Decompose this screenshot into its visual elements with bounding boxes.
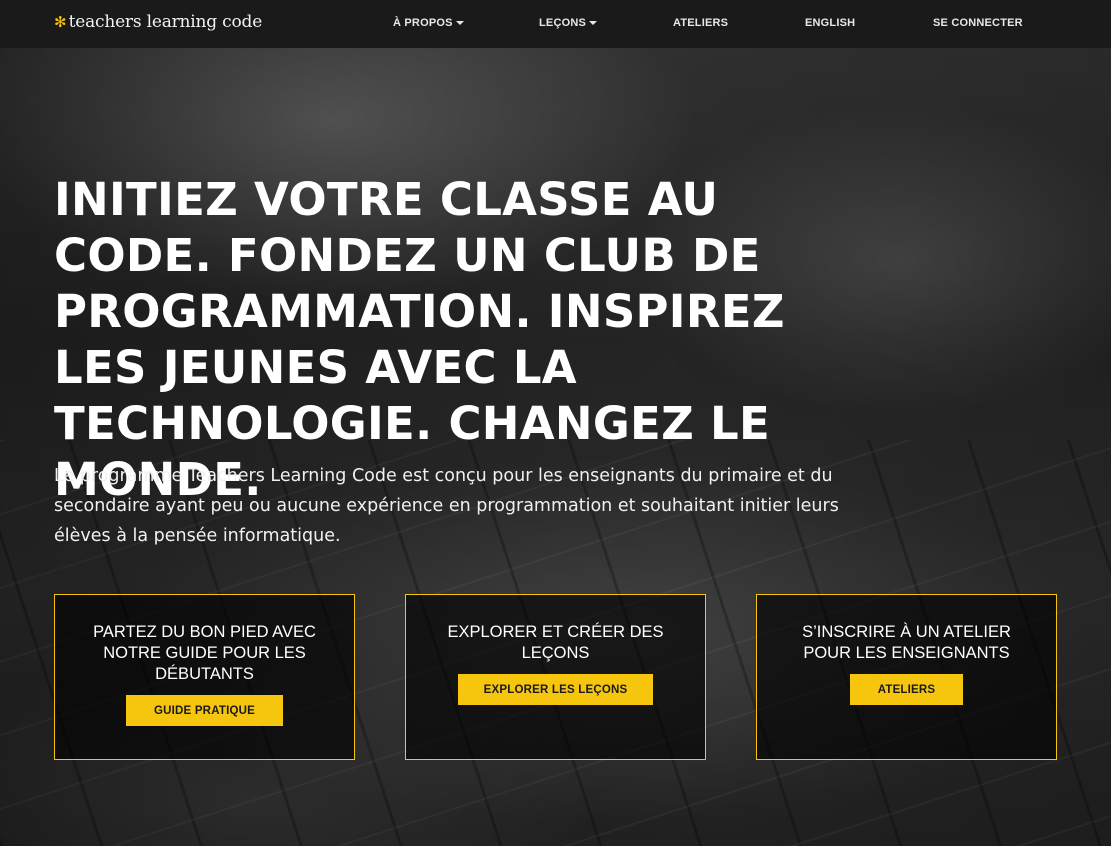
guide-pratique-button[interactable]: GUIDE PRATIQUE <box>126 695 283 726</box>
card-ateliers: S’INSCRIRE À UN ATELIER POUR LES ENSEIGN… <box>756 594 1057 760</box>
nav-item-se-connecter[interactable]: SE CONNECTER <box>933 17 1023 29</box>
nav-item-english[interactable]: ENGLISH <box>805 17 855 29</box>
caret-down-icon <box>455 21 464 25</box>
nav-item-ateliers[interactable]: ATELIERS <box>673 17 728 29</box>
card-title: S’INSCRIRE À UN ATELIER POUR LES ENSEIGN… <box>802 623 1011 662</box>
nav-item-label: À PROPOS <box>393 17 453 29</box>
logo-text: teachers learning code <box>68 12 263 32</box>
logo-asterisk-icon: ✻ <box>54 12 67 31</box>
card-title: PARTEZ DU BON PIED AVEC NOTRE GUIDE POUR… <box>93 623 316 683</box>
ateliers-button[interactable]: ATELIERS <box>850 674 963 705</box>
nav-item-lecons[interactable]: LEÇONS <box>539 17 598 29</box>
top-navbar: ✻ teachers learning code À PROPOS LEÇONS… <box>0 0 1111 48</box>
nav-item-label: ATELIERS <box>673 17 729 29</box>
nav-item-label: LEÇONS <box>539 17 587 29</box>
caret-down-icon <box>589 21 598 25</box>
explorer-lecons-button[interactable]: EXPLORER LES LEÇONS <box>458 674 653 705</box>
card-guide: PARTEZ DU BON PIED AVEC NOTRE GUIDE POUR… <box>54 594 355 760</box>
hero-intro: Le programme Teachers Learning Code est … <box>54 466 839 546</box>
card-title: EXPLORER ET CRÉER DES LEÇONS <box>447 623 664 662</box>
card-lecons: EXPLORER ET CRÉER DES LEÇONS EXPLORER LE… <box>405 594 706 760</box>
nav-item-label: ENGLISH <box>805 17 856 29</box>
hero-headline: INITIEZ VOTRE CLASSE AU CODE. FONDEZ UN … <box>54 173 785 506</box>
nav-item-label: SE CONNECTER <box>933 17 1023 29</box>
nav-item-a-propos[interactable]: À PROPOS <box>393 17 464 29</box>
logo[interactable]: ✻ teachers learning code <box>54 12 262 32</box>
